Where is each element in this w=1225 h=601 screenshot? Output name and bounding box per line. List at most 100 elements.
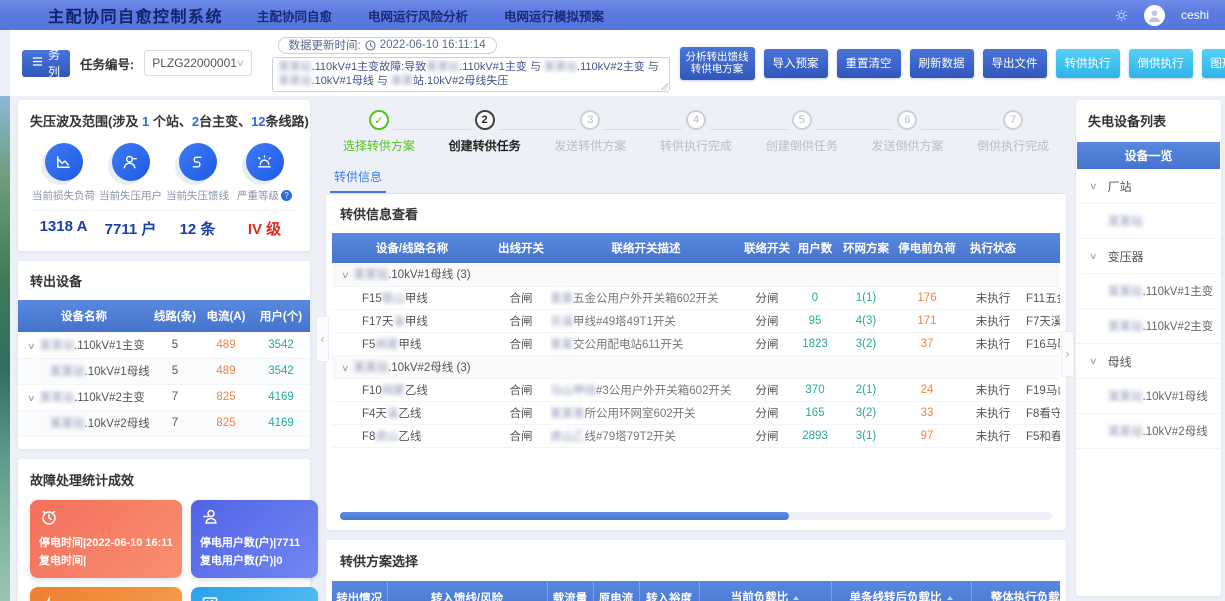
step-3: 3发送转供方案 (537, 110, 643, 154)
outgoing-switch-cell: 合闸 (492, 332, 550, 355)
export-file-button[interactable]: 导出文件 (983, 49, 1047, 78)
table-row[interactable]: F8虎山乙线合闸虎山乙线#79塔79T2开关分闸28933(1)97未执行F5和… (332, 424, 1060, 447)
table-row[interactable]: F10网夏乙线合闸马山甲线#3公用户外开关箱602开关分闸3702(1)24未执… (332, 378, 1060, 401)
stat-line: 复电用户数(户)|0 (200, 552, 309, 570)
refresh-data-button[interactable]: 刷新数据 (910, 49, 974, 78)
caret-down-icon: ∨ (1089, 251, 1098, 262)
device-overview-button[interactable]: 设备一览 (1077, 142, 1220, 169)
help-icon[interactable]: ? (281, 190, 292, 201)
caret-down-icon[interactable]: ∨ (341, 363, 350, 374)
pre-outage-load-cell: 171 (894, 309, 960, 332)
step-circle: 7 (1003, 110, 1023, 130)
users-cell: 3542 (252, 332, 310, 358)
transfer-out-table: 设备名称线路(条)电流(A)用户(个)∨某某站.110kV#1主变5489354… (18, 300, 310, 437)
graph-analysis-button[interactable]: 图形分析 (1202, 49, 1225, 78)
feeder-name-cell: F10网夏乙线 (332, 378, 492, 401)
column-header[interactable]: 当前负载比 (699, 581, 831, 601)
menu-item-0[interactable]: 主配协同自愈 (257, 6, 332, 25)
column-header[interactable]: 整体执行负载比 (971, 581, 1060, 601)
tree-group-1[interactable]: ∨变压器 (1076, 239, 1221, 274)
reset-clear-button[interactable]: 重置清空 (837, 49, 901, 78)
tie-switch-cell: 分闸 (742, 309, 792, 332)
users-cell: 370 (792, 378, 838, 401)
column-header[interactable]: 单条线转后负载比 (831, 581, 971, 601)
tree-item[interactable]: 某某站.110kV#1主变 (1076, 274, 1221, 309)
collapse-right-panel-handle[interactable]: › (1061, 331, 1074, 377)
analyze-output-feeder-plan-button[interactable]: 分析转出馈线转供电方案 (680, 47, 755, 80)
step-7: 7倒供执行完成 (960, 110, 1066, 154)
collapse-left-panel-handle[interactable]: ‹ (316, 316, 329, 362)
update-time-value: 2022-06-10 16:11:14 (380, 39, 486, 51)
menu-item-1[interactable]: 电网运行风险分析 (368, 6, 468, 25)
fault-stats-title: 故障处理统计成效 (30, 470, 298, 489)
group-label-cell: ∨某某站.10kV#2母线 (3) (332, 355, 1060, 378)
sort-icon[interactable] (793, 596, 799, 601)
column-header: 线路(条) (150, 300, 200, 332)
caret-down-icon[interactable]: ∨ (341, 270, 350, 281)
column-header: 设备名称 (18, 300, 150, 332)
group-row[interactable]: ∨某某站.10kV#2母线 (3) (332, 355, 1060, 378)
column-header: 用户(个) (252, 300, 310, 332)
outgoing-switch-cell: 合闸 (492, 309, 550, 332)
tree-item[interactable]: 某某站.10kV#2母线 (1076, 414, 1221, 449)
navbar-right: ceshi (1115, 5, 1209, 26)
table-row[interactable]: F5网夏甲线合闸某某交公用配电站611开关分闸18233(2)37未执行F16马… (332, 332, 1060, 355)
caret-down-icon[interactable]: ∨ (27, 341, 36, 352)
tree-group-2[interactable]: ∨母线 (1076, 344, 1221, 379)
lines-cell: 5 (150, 332, 200, 358)
device-name-cell: ∨某某站.110kV#2主变 (18, 384, 150, 410)
exec-status-cell: 未执行 (960, 332, 1026, 355)
stat-severity: 严重等级?IV 级 (231, 143, 298, 239)
pre-outage-load-cell: 24 (894, 378, 960, 401)
chevron-down-icon: ∨ (236, 58, 245, 69)
table-row[interactable]: F17天溪甲线合闸天溪甲线#49塔49T1开关分闸954(3)171未执行F7天… (332, 309, 1060, 332)
tie-switch-cell: 分闸 (742, 332, 792, 355)
feeder-icon (179, 143, 217, 181)
task-no-select[interactable]: PLZG22000001 ∨ (144, 50, 251, 76)
task-no-value: PLZG22000001 (152, 56, 237, 70)
step-circle: 2 (475, 110, 495, 130)
pre-outage-load-cell: 33 (894, 401, 960, 424)
step-label: 转供执行完成 (643, 137, 749, 154)
plan-select-card: 转供方案选择 转出情况转入馈线/风险载流量原电流转入裕度当前负载比单条线转后负载… (326, 540, 1066, 601)
column-header: 执行状态 (960, 233, 1026, 263)
tab-transfer-info[interactable]: 转供信息 (330, 164, 386, 193)
step-circle: 6 (897, 110, 917, 130)
table-row[interactable]: F15联山甲线合闸某某五金公用户外开关箱602开关分闸01(1)176未执行F1… (332, 286, 1060, 309)
ring-plan-cell: 4(3) (838, 309, 894, 332)
fault-description-textarea[interactable]: 某某站.110kV#1主变故障:导致某某站.110kV#1主变 与 某某站.11… (272, 57, 670, 92)
users-cell: 4169 (252, 384, 310, 410)
menu-item-2[interactable]: 电网运行模拟预案 (504, 6, 604, 25)
table-row[interactable]: 某某站.10kV#2母线78254169 (18, 410, 310, 436)
table-row[interactable]: F4天溪乙线合闸某某某所公用环网室602开关分闸1653(2)33未执行F8看守… (332, 401, 1060, 424)
user-avatar[interactable] (1144, 5, 1165, 26)
scrollbar-thumb[interactable] (340, 512, 789, 520)
step-label: 选择转供方案 (326, 137, 432, 154)
clock-icon (365, 40, 376, 51)
reverse-supply-execute-button[interactable]: 倒供执行 (1129, 49, 1193, 78)
tree-item[interactable]: 某某站.10kV#1母线 (1076, 379, 1221, 414)
tree-item[interactable]: 某某站.110kV#2主变 (1076, 309, 1221, 344)
table-row[interactable]: ∨某某站.110kV#2主变78254169 (18, 384, 310, 410)
tie-switch-desc-cell: 某某五金公用户外开关箱602开关 (550, 286, 742, 309)
device-name-cell: 某某站.10kV#1母线 (18, 358, 150, 384)
settings-gear-icon[interactable] (1115, 9, 1128, 22)
group-row[interactable]: ∨某某站.10kV#1母线 (3) (332, 263, 1060, 286)
table-row[interactable]: 某某站.10kV#1母线54893542 (18, 358, 310, 384)
stat-value: IV 级 (231, 210, 298, 239)
device-list-title: 失电设备列表 (1076, 111, 1221, 142)
tree-item[interactable]: 某某站 (1076, 204, 1221, 239)
stat-label: 当前失压馈线 (164, 188, 231, 203)
fault-handling-stats-card: 故障处理统计成效 停电时间|2022-06-10 16:11复电时间|停电用户数… (18, 459, 310, 601)
import-plan-button[interactable]: 导入预案 (764, 49, 828, 78)
transfer-execute-button[interactable]: 转供执行 (1056, 49, 1120, 78)
sort-icon[interactable] (947, 596, 953, 601)
card-outage-time: 停电时间|2022-06-10 16:11复电时间| (30, 500, 182, 578)
column-header: 停电前负荷 (894, 233, 960, 263)
device-tree: ∨厂站某某站∨变压器某某站.110kV#1主变某某站.110kV#2主变∨母线某… (1076, 169, 1221, 449)
caret-down-icon[interactable]: ∨ (27, 393, 36, 404)
plan-select-table: 转出情况转入馈线/风险载流量原电流转入裕度当前负载比单条线转后负载比整体执行负载… (332, 581, 1060, 601)
table-row[interactable]: ∨某某站.110kV#1主变54893542 (18, 332, 310, 358)
tree-group-0[interactable]: ∨厂站 (1076, 169, 1221, 204)
task-list-button[interactable]: 任务列表 (22, 50, 70, 77)
